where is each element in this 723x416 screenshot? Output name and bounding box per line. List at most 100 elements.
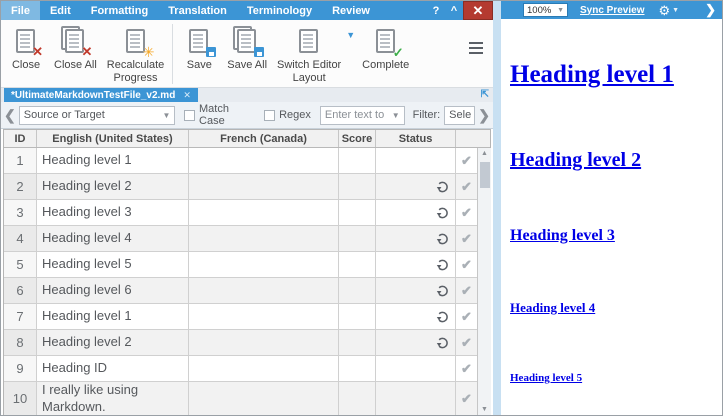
check-cell[interactable]: ✔	[456, 356, 477, 381]
chevron-down-icon[interactable]: ▼	[346, 30, 355, 40]
segment-id-cell: 9	[4, 356, 37, 381]
gear-icon[interactable]: ⚙	[658, 4, 670, 17]
tab-close-icon[interactable]: ✕	[183, 90, 191, 101]
chevron-down-icon: ▼	[388, 111, 400, 120]
collapse-ribbon-icon[interactable]: ^	[445, 1, 463, 20]
source-text-cell[interactable]: Heading level 3	[37, 200, 189, 225]
target-text-cell[interactable]	[189, 382, 339, 415]
pane-splitter[interactable]	[493, 1, 501, 415]
match-case-checkbox[interactable]: Match Case	[184, 103, 255, 127]
target-text-cell[interactable]	[189, 174, 339, 199]
check-cell[interactable]: ✔	[456, 148, 477, 173]
segment-row-5[interactable]: 5Heading level 5✔	[4, 252, 477, 278]
search-text-input[interactable]: Enter text to ▼	[320, 106, 405, 125]
regex-label: Regex	[279, 109, 311, 121]
zoom-level-select[interactable]: 100% ▼	[523, 3, 568, 17]
switch-editor-layout-button[interactable]: Switch Editor Layout	[272, 24, 346, 86]
source-text-cell[interactable]: Heading level 6	[37, 278, 189, 303]
scrollbar-thumb[interactable]	[480, 162, 490, 188]
recalculate-progress-button[interactable]: ✳Recalculate Progress	[102, 24, 169, 86]
target-text-cell[interactable]	[189, 278, 339, 303]
target-text-cell[interactable]	[189, 226, 339, 251]
check-cell[interactable]: ✔	[456, 174, 477, 199]
column-header-french-canada[interactable]: French (Canada)	[189, 130, 339, 147]
save-all-button[interactable]: Save All	[222, 24, 272, 74]
scroll-left-icon[interactable]: ❮	[1, 107, 19, 124]
column-header-score[interactable]: Score	[339, 130, 376, 147]
menu-item-edit[interactable]: Edit	[40, 1, 81, 20]
menu-item-review[interactable]: Review	[322, 1, 380, 20]
column-header-english-united-states[interactable]: English (United States)	[37, 130, 189, 147]
toolbar-overflow-icon[interactable]	[469, 42, 483, 54]
scrollbar-down-icon[interactable]: ▼	[478, 406, 491, 413]
scrollbar-up-icon[interactable]: ▲	[478, 150, 491, 157]
segment-row-4[interactable]: 4Heading level 4✔	[4, 226, 477, 252]
segment-row-10[interactable]: 10I really like using Markdown.✔	[4, 382, 477, 415]
chevron-down-icon[interactable]: ▼	[672, 7, 679, 14]
help-icon[interactable]: ?	[427, 1, 445, 20]
filter-select[interactable]: Sele	[444, 106, 475, 125]
source-text-cell[interactable]: Heading level 5	[37, 252, 189, 277]
segment-row-2[interactable]: 2Heading level 2✔	[4, 174, 477, 200]
editor-pane: FileEditFormattingTranslationTerminology…	[1, 1, 493, 415]
check-cell[interactable]: ✔	[456, 304, 477, 329]
menu-item-file[interactable]: File	[1, 1, 40, 20]
grid-scrollbar[interactable]: ▲ ▼	[477, 148, 491, 415]
target-text-cell[interactable]	[189, 252, 339, 277]
close-all-documents-icon: ✕	[60, 26, 90, 56]
menu-item-translation[interactable]: Translation	[158, 1, 237, 20]
close-window-button[interactable]: ✕	[463, 1, 493, 20]
search-scope-select[interactable]: Source or Target ▼	[19, 106, 176, 125]
close-button[interactable]: ✕Close	[3, 24, 49, 74]
checkmark-status-icon: ✔	[461, 231, 472, 247]
column-header-id[interactable]: ID	[4, 130, 37, 147]
sync-preview-link[interactable]: Sync Preview	[580, 5, 644, 16]
expand-panel-icon[interactable]: ❯	[705, 2, 716, 18]
toolbar-separator	[172, 24, 173, 84]
target-text-cell[interactable]	[189, 148, 339, 173]
segment-id-cell: 3	[4, 200, 37, 225]
check-cell[interactable]: ✔	[456, 252, 477, 277]
segment-row-7[interactable]: 7Heading level 1✔	[4, 304, 477, 330]
menu-item-formatting[interactable]: Formatting	[81, 1, 158, 20]
preview-toolbar: 100% ▼ Sync Preview ⚙ ▼ ❯	[501, 1, 722, 19]
checkmark-status-icon: ✔	[461, 205, 472, 221]
match-case-label: Match Case	[199, 103, 255, 127]
score-cell	[339, 252, 376, 277]
segment-row-3[interactable]: 3Heading level 3 ✔	[4, 200, 477, 226]
segment-row-9[interactable]: 9Heading ID ✔	[4, 356, 477, 382]
check-cell[interactable]: ✔	[456, 382, 477, 415]
check-cell[interactable]: ✔	[456, 330, 477, 355]
source-text-cell[interactable]: Heading level 1	[37, 304, 189, 329]
source-text-cell[interactable]: I really like using Markdown.	[37, 382, 189, 415]
scroll-right-icon[interactable]: ❯	[475, 107, 493, 124]
segment-row-6[interactable]: 6Heading level 6✔	[4, 278, 477, 304]
close-all-button[interactable]: ✕Close All	[49, 24, 102, 74]
source-text-cell[interactable]: Heading level 2	[37, 174, 189, 199]
check-cell[interactable]: ✔	[456, 226, 477, 251]
check-cell[interactable]: ✔	[456, 278, 477, 303]
source-text-cell[interactable]: Heading level 2	[37, 330, 189, 355]
status-cell	[376, 174, 456, 199]
regex-checkbox[interactable]: Regex	[264, 109, 311, 121]
target-text-cell[interactable]	[189, 200, 339, 225]
source-text-cell[interactable]: Heading level 1	[37, 148, 189, 173]
float-pane-icon[interactable]: ⇱	[481, 89, 489, 100]
checkbox-box[interactable]	[264, 110, 275, 121]
document-tab[interactable]: *UltimateMarkdownTestFile_v2.md ✕	[4, 88, 198, 102]
source-text-cell[interactable]: Heading ID	[37, 356, 189, 381]
column-header-check[interactable]	[456, 130, 477, 147]
segment-row-8[interactable]: 8Heading level 2✔	[4, 330, 477, 356]
check-cell[interactable]: ✔	[456, 200, 477, 225]
complete-button[interactable]: ✓Complete	[357, 24, 414, 74]
target-text-cell[interactable]	[189, 304, 339, 329]
target-text-cell[interactable]	[189, 356, 339, 381]
save-button[interactable]: Save	[176, 24, 222, 74]
checkbox-box[interactable]	[184, 110, 195, 121]
target-text-cell[interactable]	[189, 330, 339, 355]
source-text-cell[interactable]: Heading level 4	[37, 226, 189, 251]
segment-row-1[interactable]: 1Heading level 1✔	[4, 148, 477, 174]
zoom-level-value: 100%	[527, 5, 551, 16]
menu-item-terminology[interactable]: Terminology	[237, 1, 322, 20]
column-header-status[interactable]: Status	[376, 130, 456, 147]
